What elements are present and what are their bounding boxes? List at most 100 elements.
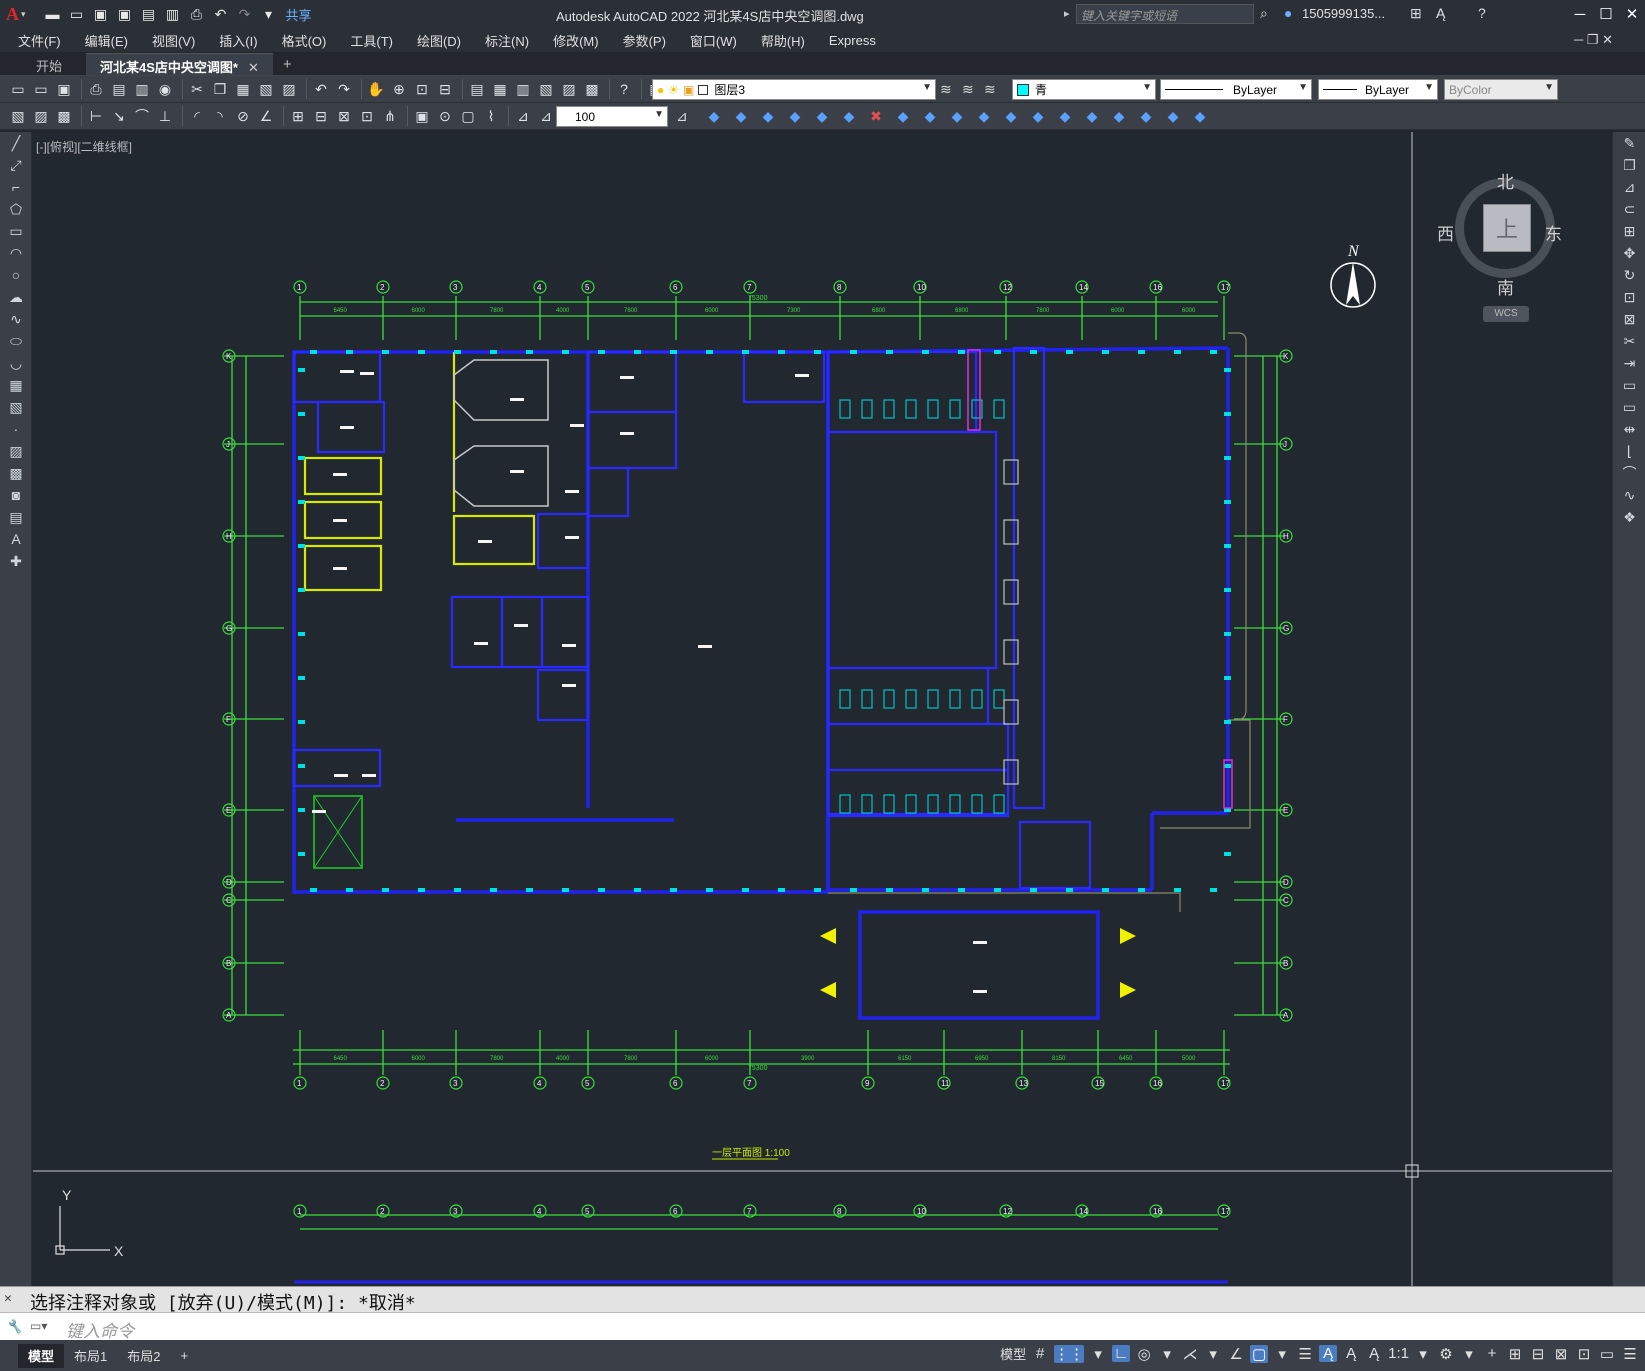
tab-document[interactable]: 河北某4S店中央空调图* ✕ — [86, 53, 273, 75]
dim-scale-dropdown[interactable]: 100 ▼ — [556, 106, 668, 127]
insert-block-icon[interactable]: ▦ — [0, 374, 32, 396]
cmd-settings-icon[interactable]: 🔧 — [6, 1319, 22, 1335]
ellipse-icon[interactable]: ⬭ — [0, 330, 32, 352]
osnap-dropdown-icon[interactable]: ▾ — [1273, 1345, 1291, 1363]
app-logo-icon[interactable]: A — [6, 4, 19, 25]
break-obj-icon[interactable]: ◆ — [1001, 106, 1021, 126]
ortho-icon[interactable]: ∟ — [1112, 1345, 1131, 1362]
jogged-linear-icon[interactable]: ⌇ — [481, 106, 501, 126]
save-as-icon[interactable]: ▣ — [114, 3, 136, 25]
tb2-icon-2[interactable]: ▨ — [31, 106, 51, 126]
maximize-icon[interactable]: ☐ — [1593, 0, 1619, 28]
snap-dropdown-icon[interactable]: ▾ — [1089, 1345, 1107, 1363]
lineweight-icon[interactable]: ☰ — [1296, 1345, 1314, 1363]
cart-icon[interactable]: ⊞ — [1410, 5, 1422, 22]
publish-icon[interactable]: ▤ — [138, 3, 160, 25]
paste-icon[interactable]: ▦ — [233, 79, 253, 99]
cmd-close-icon[interactable]: ✕ — [4, 1291, 12, 1306]
polar-icon[interactable]: ◎ — [1135, 1345, 1153, 1363]
menu-parametric[interactable]: 参数(P) — [623, 31, 666, 50]
menu-draw[interactable]: 绘图(D) — [417, 31, 461, 50]
extend-icon[interactable]: ◆ — [974, 106, 994, 126]
iso-dropdown-icon[interactable]: ▾ — [1204, 1345, 1222, 1363]
break-side-icon[interactable]: ▭ — [1613, 396, 1645, 418]
extend-side-icon[interactable]: ⇥ — [1613, 352, 1645, 374]
annotation-scale-icon[interactable]: Ą — [1365, 1345, 1383, 1362]
table-icon[interactable]: ▤ — [0, 506, 32, 528]
viewcube-top-face[interactable]: 上 — [1483, 204, 1531, 252]
viewcube-north[interactable]: 北 — [1497, 168, 1514, 193]
region-icon[interactable]: ◙ — [0, 484, 32, 506]
snap-icon[interactable]: ⋮⋮ — [1054, 1344, 1085, 1363]
break-point-icon[interactable]: ▭ — [1613, 374, 1645, 396]
menu-tools[interactable]: 工具(T) — [350, 31, 393, 50]
menu-help[interactable]: 帮助(H) — [761, 31, 805, 50]
match-prop-icon[interactable]: ▧ — [256, 79, 276, 99]
revcloud-icon[interactable]: ☁ — [0, 286, 32, 308]
save-icon[interactable]: ▣ — [90, 3, 112, 25]
plot-preview-icon[interactable]: ▤ — [109, 79, 129, 99]
blend-side-icon[interactable]: ∿ — [1613, 484, 1645, 506]
baseline-icon[interactable]: ⊟ — [311, 106, 331, 126]
mirror-side-icon[interactable]: ⊿ — [1613, 176, 1645, 198]
search-input[interactable]: 键入关键字或短语 — [1076, 4, 1254, 24]
offset-side-icon[interactable]: ⊂ — [1613, 198, 1645, 220]
wcs-menu[interactable]: WCS — [1483, 306, 1529, 322]
array-side-icon[interactable]: ⊞ — [1613, 220, 1645, 242]
clean-screen-icon[interactable]: ▭ — [1598, 1345, 1616, 1363]
pan-icon[interactable]: ✋ — [366, 79, 386, 99]
model-space-button[interactable]: 模型 — [1000, 1344, 1026, 1363]
arc-icon[interactable]: ◠ — [0, 242, 32, 264]
quick-props-icon[interactable]: ⊟ — [1529, 1345, 1547, 1363]
layout-tab-1[interactable]: 布局1 — [64, 1344, 117, 1368]
plotstyle-dropdown[interactable]: ByColor ▼ — [1444, 79, 1558, 100]
account-icon[interactable]: Ą — [1436, 5, 1445, 21]
array-icon[interactable]: ◆ — [812, 106, 832, 126]
trim-icon[interactable]: ◆ — [947, 106, 967, 126]
close-tab-icon[interactable]: ✕ — [248, 60, 259, 75]
layout-tab-2[interactable]: 布局2 — [117, 1344, 170, 1368]
markup-icon[interactable]: ▨ — [559, 79, 579, 99]
minimize-icon[interactable]: ─ — [1567, 0, 1593, 28]
menu-format[interactable]: 格式(O) — [282, 31, 327, 50]
undo-icon[interactable]: ↶ — [210, 3, 232, 25]
make-current-layer-icon[interactable]: ≋ — [940, 81, 952, 98]
tool-palettes-icon[interactable]: ▥ — [513, 79, 533, 99]
auto-scale-icon[interactable]: Ą — [1342, 1345, 1360, 1362]
customize-status-icon[interactable]: ☰ — [1621, 1345, 1639, 1363]
plus-icon[interactable]: + — [1483, 1345, 1501, 1362]
object-snap-tracking-icon[interactable]: ∠ — [1227, 1345, 1245, 1363]
linetype-dropdown[interactable]: ByLayer ▼ — [1160, 79, 1312, 100]
help-icon[interactable]: ? — [1478, 5, 1486, 21]
menu-dimension[interactable]: 标注(N) — [485, 31, 529, 50]
workspace-gear-icon[interactable]: ⚙ — [1437, 1345, 1455, 1363]
copy-obj-icon[interactable]: ◆ — [731, 106, 751, 126]
viewport-label[interactable]: [-][俯视][二维线框] — [36, 138, 132, 155]
explode-icon[interactable]: ◆ — [1109, 106, 1129, 126]
arc-length-icon[interactable]: ⌒ — [132, 106, 152, 126]
workspace-dropdown-icon[interactable]: ▾ — [1460, 1345, 1478, 1363]
new-icon[interactable]: ▭ — [8, 79, 28, 99]
menu-window[interactable]: 窗口(W) — [690, 31, 737, 50]
angular-icon[interactable]: ∠ — [256, 106, 276, 126]
erase-icon[interactable]: ◆ — [704, 106, 724, 126]
search-icon[interactable]: ⌕ — [1260, 5, 1268, 22]
dim-style-icon[interactable]: ⊿ — [676, 108, 688, 125]
layout-tab-model[interactable]: 模型 — [18, 1343, 65, 1368]
tolerance-icon[interactable]: ▣ — [412, 106, 432, 126]
cmd-recent-icon[interactable]: ▭▾ — [30, 1319, 47, 1333]
menu-insert[interactable]: 插入(I) — [219, 31, 257, 50]
jogged-icon[interactable]: ◝ — [210, 106, 230, 126]
layer-dropdown[interactable]: ● ☀ ▣ 图层3 ▼ — [652, 79, 936, 100]
share-button[interactable]: 共享 — [286, 5, 312, 24]
polar-dropdown-icon[interactable]: ▾ — [1158, 1345, 1176, 1363]
viewcube-south[interactable]: 南 — [1497, 274, 1514, 299]
linear-dim-icon[interactable]: ⊢ — [86, 106, 106, 126]
user-name[interactable]: 1505999135... — [1302, 6, 1385, 21]
tb2-icon-1[interactable]: ▧ — [8, 106, 28, 126]
scale-side-icon[interactable]: ⊡ — [1613, 286, 1645, 308]
circle-icon[interactable]: ○ — [0, 264, 32, 286]
redo-icon[interactable]: ↷ — [334, 79, 354, 99]
line-icon[interactable]: ╱ — [0, 132, 32, 154]
spline-icon[interactable]: ∿ — [0, 308, 32, 330]
